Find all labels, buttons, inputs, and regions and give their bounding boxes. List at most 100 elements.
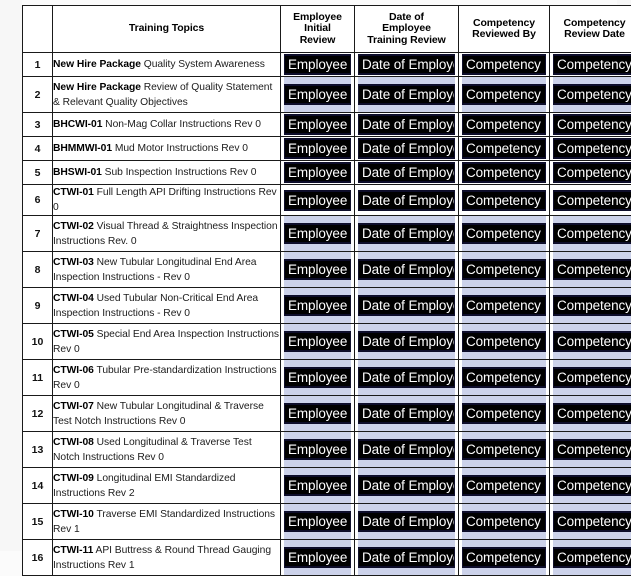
form-field-value: Date of Employee Training Review [359, 550, 455, 565]
column-header-line: Training Review [355, 35, 458, 47]
form-field-date-of-employee-training-review[interactable]: Date of Employee Training Review [358, 295, 455, 316]
form-field-wrapper: Date of Employee Training Review [355, 161, 458, 184]
form-field-date-of-employee-training-review[interactable]: Date of Employee Training Review [358, 114, 455, 135]
form-field-cell-competency-review-date: Competency Review Date [550, 540, 631, 576]
form-field-competency-review-date[interactable]: Competency Review Date [553, 54, 631, 75]
row-number: 8 [23, 252, 53, 288]
form-field-date-of-employee-training-review[interactable]: Date of Employee Training Review [358, 439, 455, 460]
column-header-line: Reviewed By [459, 29, 549, 41]
form-field-date-of-employee-training-review[interactable]: Date of Employee Training Review [358, 331, 455, 352]
form-field-date-of-employee-training-review[interactable]: Date of Employee Training Review [358, 259, 455, 280]
table-row: 16CTWI-11 API Buttress & Round Thread Ga… [23, 540, 631, 576]
form-field-competency-review-date[interactable]: Competency Review Date [553, 331, 631, 352]
form-field-competency-review-date[interactable]: Competency Review Date [553, 403, 631, 424]
form-field-competency-reviewed-by[interactable]: Competency Reviewed By [462, 331, 546, 352]
form-field-date-of-employee-training-review[interactable]: Date of Employee Training Review [358, 223, 455, 244]
form-field-competency-reviewed-by[interactable]: Competency Reviewed By [462, 295, 546, 316]
training-topic-code: BHCWI-01 [53, 119, 102, 130]
form-field-employee-initial-review[interactable]: Employee [284, 331, 351, 352]
form-field-date-of-employee-training-review[interactable]: Date of Employee Training Review [358, 547, 455, 568]
form-field-competency-review-date[interactable]: Competency Review Date [553, 511, 631, 532]
form-field-date-of-employee-training-review[interactable]: Date of Employee Training Review [358, 511, 455, 532]
form-field-date-of-employee-training-review[interactable]: Date of Employee Training Review [358, 475, 455, 496]
form-field-employee-initial-review[interactable]: Employee [284, 367, 351, 388]
form-field-competency-reviewed-by[interactable]: Competency Reviewed By [462, 475, 546, 496]
form-field-date-of-employee-training-review[interactable]: Date of Employee Training Review [358, 190, 455, 211]
form-field-value: Date of Employee Training Review [359, 406, 455, 421]
form-field-competency-reviewed-by[interactable]: Competency Reviewed By [462, 84, 546, 105]
form-field-competency-review-date[interactable]: Competency Review Date [553, 114, 631, 135]
form-field-date-of-employee-training-review[interactable]: Date of Employee Training Review [358, 367, 455, 388]
form-field-date-of-employee-training-review[interactable]: Date of Employee Training Review [358, 403, 455, 424]
form-field-filler [553, 280, 631, 287]
form-field-filler [358, 77, 455, 84]
form-field-competency-reviewed-by[interactable]: Competency Reviewed By [462, 114, 546, 135]
form-field-employee-initial-review[interactable]: Employee [284, 190, 351, 211]
form-field-wrapper: Competency Review Date [550, 324, 631, 359]
form-field-date-of-employee-training-review[interactable]: Date of Employee Training Review [358, 54, 455, 75]
row-number: 10 [23, 324, 53, 360]
form-field-wrapper: Competency Review Date [550, 396, 631, 431]
form-field-filler [462, 460, 546, 467]
form-field-competency-reviewed-by[interactable]: Competency Reviewed By [462, 439, 546, 460]
form-field-employee-initial-review[interactable]: Employee [284, 223, 351, 244]
training-topic-cell: BHMMWI-01 Mud Motor Instructions Rev 0 [53, 137, 281, 161]
form-field-cell-employee-initial-review: Employee [281, 360, 355, 396]
form-field-value: Date of Employee Training Review [359, 57, 455, 72]
form-field-employee-initial-review[interactable]: Employee [284, 403, 351, 424]
form-field-employee-initial-review[interactable]: Employee [284, 511, 351, 532]
form-field-value: Competency Review Date [554, 117, 631, 132]
training-topic-text: Mud Motor Instructions Rev 0 [112, 143, 248, 154]
form-field-filler [553, 316, 631, 323]
form-field-competency-review-date[interactable]: Competency Review Date [553, 190, 631, 211]
form-field-employee-initial-review[interactable]: Employee [284, 547, 351, 568]
form-field-competency-review-date[interactable]: Competency Review Date [553, 223, 631, 244]
form-field-competency-reviewed-by[interactable]: Competency Reviewed By [462, 54, 546, 75]
form-field-competency-review-date[interactable]: Competency Review Date [553, 547, 631, 568]
form-field-cell-competency-reviewed-by: Competency Reviewed By [459, 252, 550, 288]
form-field-employee-initial-review[interactable]: Employee [284, 439, 351, 460]
form-field-competency-reviewed-by[interactable]: Competency Reviewed By [462, 138, 546, 159]
form-field-date-of-employee-training-review[interactable]: Date of Employee Training Review [358, 162, 455, 183]
form-field-cell-competency-review-date: Competency Review Date [550, 324, 631, 360]
form-field-wrapper: Competency Review Date [550, 252, 631, 287]
form-field-date-of-employee-training-review[interactable]: Date of Employee Training Review [358, 84, 455, 105]
form-field-employee-initial-review[interactable]: Employee [284, 295, 351, 316]
form-field-wrapper: Competency Reviewed By [459, 432, 549, 467]
form-field-employee-initial-review[interactable]: Employee [284, 114, 351, 135]
form-field-wrapper: Competency Reviewed By [459, 161, 549, 184]
form-field-competency-review-date[interactable]: Competency Review Date [553, 295, 631, 316]
form-field-filler [284, 468, 351, 475]
form-field-competency-reviewed-by[interactable]: Competency Reviewed By [462, 259, 546, 280]
form-field-cell-employee-initial-review: Employee [281, 161, 355, 185]
form-field-employee-initial-review[interactable]: Employee [284, 259, 351, 280]
form-field-competency-reviewed-by[interactable]: Competency Reviewed By [462, 190, 546, 211]
form-field-employee-initial-review[interactable]: Employee [284, 54, 351, 75]
form-field-competency-reviewed-by[interactable]: Competency Reviewed By [462, 511, 546, 532]
form-field-wrapper: Date of Employee Training Review [355, 432, 458, 467]
form-field-date-of-employee-training-review[interactable]: Date of Employee Training Review [358, 138, 455, 159]
document-page: Training TopicsEmployeeInitialReviewDate… [0, 0, 631, 551]
form-field-employee-initial-review[interactable]: Employee [284, 162, 351, 183]
form-field-competency-review-date[interactable]: Competency Review Date [553, 367, 631, 388]
form-field-wrapper: Competency Review Date [550, 288, 631, 323]
form-field-filler [284, 316, 351, 323]
form-field-competency-review-date[interactable]: Competency Review Date [553, 84, 631, 105]
form-field-cell-competency-reviewed-by: Competency Reviewed By [459, 53, 550, 77]
form-field-competency-reviewed-by[interactable]: Competency Reviewed By [462, 367, 546, 388]
form-field-competency-review-date[interactable]: Competency Review Date [553, 162, 631, 183]
form-field-employee-initial-review[interactable]: Employee [284, 475, 351, 496]
form-field-employee-initial-review[interactable]: Employee [284, 138, 351, 159]
form-field-competency-review-date[interactable]: Competency Review Date [553, 138, 631, 159]
form-field-competency-review-date[interactable]: Competency Review Date [553, 259, 631, 280]
form-field-competency-review-date[interactable]: Competency Review Date [553, 475, 631, 496]
form-field-employee-initial-review[interactable]: Employee [284, 84, 351, 105]
form-field-value: Employee [285, 478, 347, 493]
training-topic-cell: CTWI-09 Longitudinal EMI Standardized In… [53, 468, 281, 504]
form-field-competency-reviewed-by[interactable]: Competency Reviewed By [462, 162, 546, 183]
form-field-competency-reviewed-by[interactable]: Competency Reviewed By [462, 547, 546, 568]
form-field-competency-reviewed-by[interactable]: Competency Reviewed By [462, 223, 546, 244]
form-field-competency-review-date[interactable]: Competency Review Date [553, 439, 631, 460]
form-field-wrapper: Competency Review Date [550, 540, 631, 575]
form-field-competency-reviewed-by[interactable]: Competency Reviewed By [462, 403, 546, 424]
